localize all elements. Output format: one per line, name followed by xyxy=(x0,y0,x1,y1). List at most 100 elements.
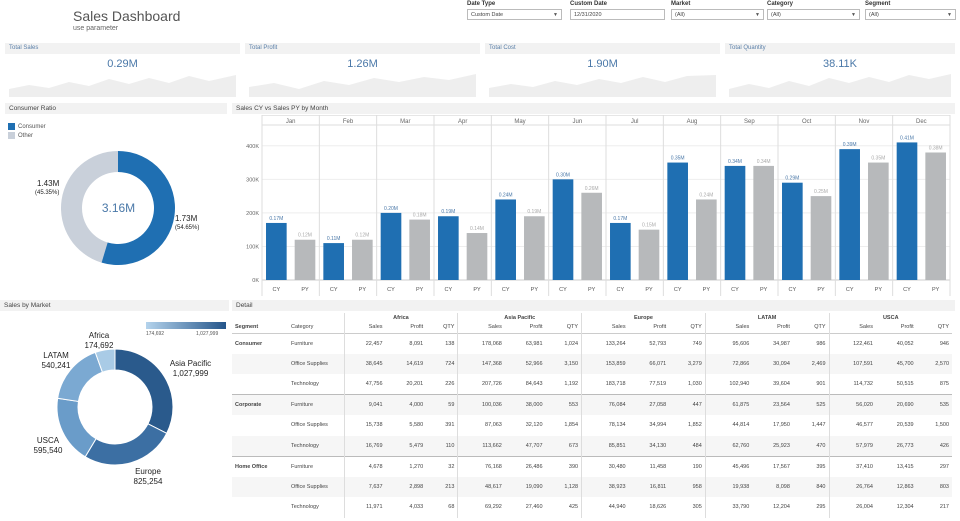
measure-header: Sales xyxy=(457,322,505,333)
value-cell: 17,567 xyxy=(773,463,790,470)
kpi-total-profit: Total Profit 1.26M xyxy=(245,43,480,97)
value-cell: 32 xyxy=(448,463,455,470)
header-spacer xyxy=(288,313,344,322)
value-cell: 40,052 xyxy=(896,340,914,347)
consumer-ratio-panel: Consumer Ratio Consumer Other 3.16M 1.73… xyxy=(5,103,227,291)
data-label: 0.11M xyxy=(327,236,341,242)
data-label: 0.19M xyxy=(441,209,455,215)
value-cell: 30,480 xyxy=(581,456,629,477)
input-value: 12/31/2020 xyxy=(574,12,602,18)
data-label: 0.19M xyxy=(527,209,541,215)
kpi-sparkline xyxy=(489,75,716,97)
x-tick-label: CY xyxy=(502,287,510,293)
value-cell: 958 xyxy=(692,483,702,490)
data-label: 0.15M xyxy=(642,223,656,229)
data-label: 0.38M xyxy=(929,145,943,151)
measure-header: QTY xyxy=(443,324,455,331)
value-cell: 33,790 xyxy=(704,497,753,518)
market-label-europe: Europe 825,254 xyxy=(118,467,178,487)
value-cell: 7,637 xyxy=(343,476,386,497)
filter-category: Category (All) ▼ xyxy=(767,1,860,20)
table-row: Office Supplies 38,645 14,619 724 147,368 52,… xyxy=(232,353,952,374)
value-cell: 57,979 xyxy=(828,435,876,456)
y-tick-label: 200K xyxy=(246,211,259,217)
value-cell: 37,410 xyxy=(828,456,876,477)
measure-header: Profit xyxy=(777,324,790,331)
value-cell: 76,168 xyxy=(457,456,505,477)
date-type-select[interactable]: Custom Date ▼ xyxy=(467,9,562,20)
value-cell: 133,264 xyxy=(581,333,629,354)
measure-header: Profit xyxy=(410,324,424,331)
filter-label: Market xyxy=(671,1,691,7)
value-cell: 59 xyxy=(448,402,455,408)
select-value: (All) xyxy=(771,12,781,18)
custom-date-input[interactable]: 12/31/2020 xyxy=(570,9,665,20)
kpi-total-sales: Total Sales 0.29M xyxy=(5,43,240,97)
value-cell: 1,500 xyxy=(935,422,949,429)
value-cell: 295 xyxy=(816,504,826,511)
segment-cell: Home Office xyxy=(235,463,268,470)
chevron-down-icon: ▼ xyxy=(755,12,760,18)
value-cell: 45,496 xyxy=(704,456,753,477)
chevron-down-icon: ▼ xyxy=(947,12,952,18)
market-value: 825,254 xyxy=(133,477,163,486)
table-header-row: Segment Category Sales Profit QTY Sales Prof… xyxy=(232,322,952,333)
table-header-row: Africa Asia Pacific Europe LATAM USCA xyxy=(232,313,952,322)
value-cell: 8,091 xyxy=(409,340,424,347)
value-cell: 673 xyxy=(568,442,579,449)
select-value: (All) xyxy=(869,12,879,18)
value-cell: 11,971 xyxy=(343,497,386,518)
data-label: 0.25M xyxy=(814,189,828,195)
month-label: Feb xyxy=(343,119,354,125)
market-value: 1,027,999 xyxy=(172,369,209,378)
data-label: 0.24M xyxy=(699,192,713,198)
x-tick-label: CY xyxy=(445,287,453,293)
value-cell: 100,036 xyxy=(457,394,505,415)
category-select[interactable]: (All) ▼ xyxy=(767,9,860,20)
bar-py-dec xyxy=(925,152,946,280)
category-cell: Furniture xyxy=(291,463,314,470)
consumer-pct-label: (54.65%) xyxy=(175,225,200,231)
value-cell: 2,469 xyxy=(811,360,826,367)
kpi-total-quantity: Total Quantity 38.11K xyxy=(725,43,955,97)
value-cell: 3,150 xyxy=(564,360,579,367)
kpi-total-cost: Total Cost 1.90M xyxy=(485,43,720,97)
select-value: Custom Date xyxy=(471,12,504,18)
market-value: 174,692 xyxy=(84,341,114,350)
value-cell: 23,564 xyxy=(773,402,790,408)
measure-header: QTY xyxy=(937,324,949,331)
x-tick-label: CY xyxy=(903,287,911,293)
table-row: Technology 16,769 5,479 110 113,662 47,707 673… xyxy=(232,435,952,456)
market-label-asia-pacific: Asia Pacific 1,027,999 xyxy=(158,359,223,379)
value-cell: 19,938 xyxy=(704,476,753,497)
detail-panel: Detail Africa Asia Pacific Europe LATAM … xyxy=(232,300,955,521)
value-cell: 183,718 xyxy=(581,374,629,395)
value-cell: 5,479 xyxy=(409,442,424,449)
y-tick-label: 400K xyxy=(246,144,259,150)
category-cell: Furniture xyxy=(291,402,314,408)
market-label-latam: LATAM 540,241 xyxy=(26,351,86,371)
value-cell: 76,084 xyxy=(581,394,629,415)
chart-title: Sales CY vs Sales PY by Month xyxy=(232,103,955,114)
value-cell: 213 xyxy=(445,483,455,490)
measure-header: QTY xyxy=(814,324,826,331)
market-slice-europe[interactable] xyxy=(84,423,168,466)
month-label: Jan xyxy=(286,119,296,125)
value-cell: 395 xyxy=(816,463,826,470)
data-label: 0.17M xyxy=(269,216,283,222)
filter-label: Segment xyxy=(865,1,891,7)
bar-py-oct xyxy=(810,196,832,280)
value-cell: 110 xyxy=(445,442,455,449)
segment-cell xyxy=(232,374,288,395)
table-row: Home Office Furniture 4,678 1,270 32 76,168 26… xyxy=(232,456,952,477)
bar-cy-jun xyxy=(552,179,574,280)
segment-select[interactable]: (All) ▼ xyxy=(865,9,956,20)
value-cell: 63,981 xyxy=(525,340,543,347)
value-cell: 26,764 xyxy=(828,476,876,497)
market-name: USCA xyxy=(36,436,60,445)
dashboard-subtitle: use parameter xyxy=(73,25,119,32)
value-cell: 34,994 xyxy=(649,422,667,429)
kpi-sparkline xyxy=(729,74,951,97)
market-select[interactable]: (All) ▼ xyxy=(671,9,764,20)
bar-cy-oct xyxy=(782,182,803,280)
